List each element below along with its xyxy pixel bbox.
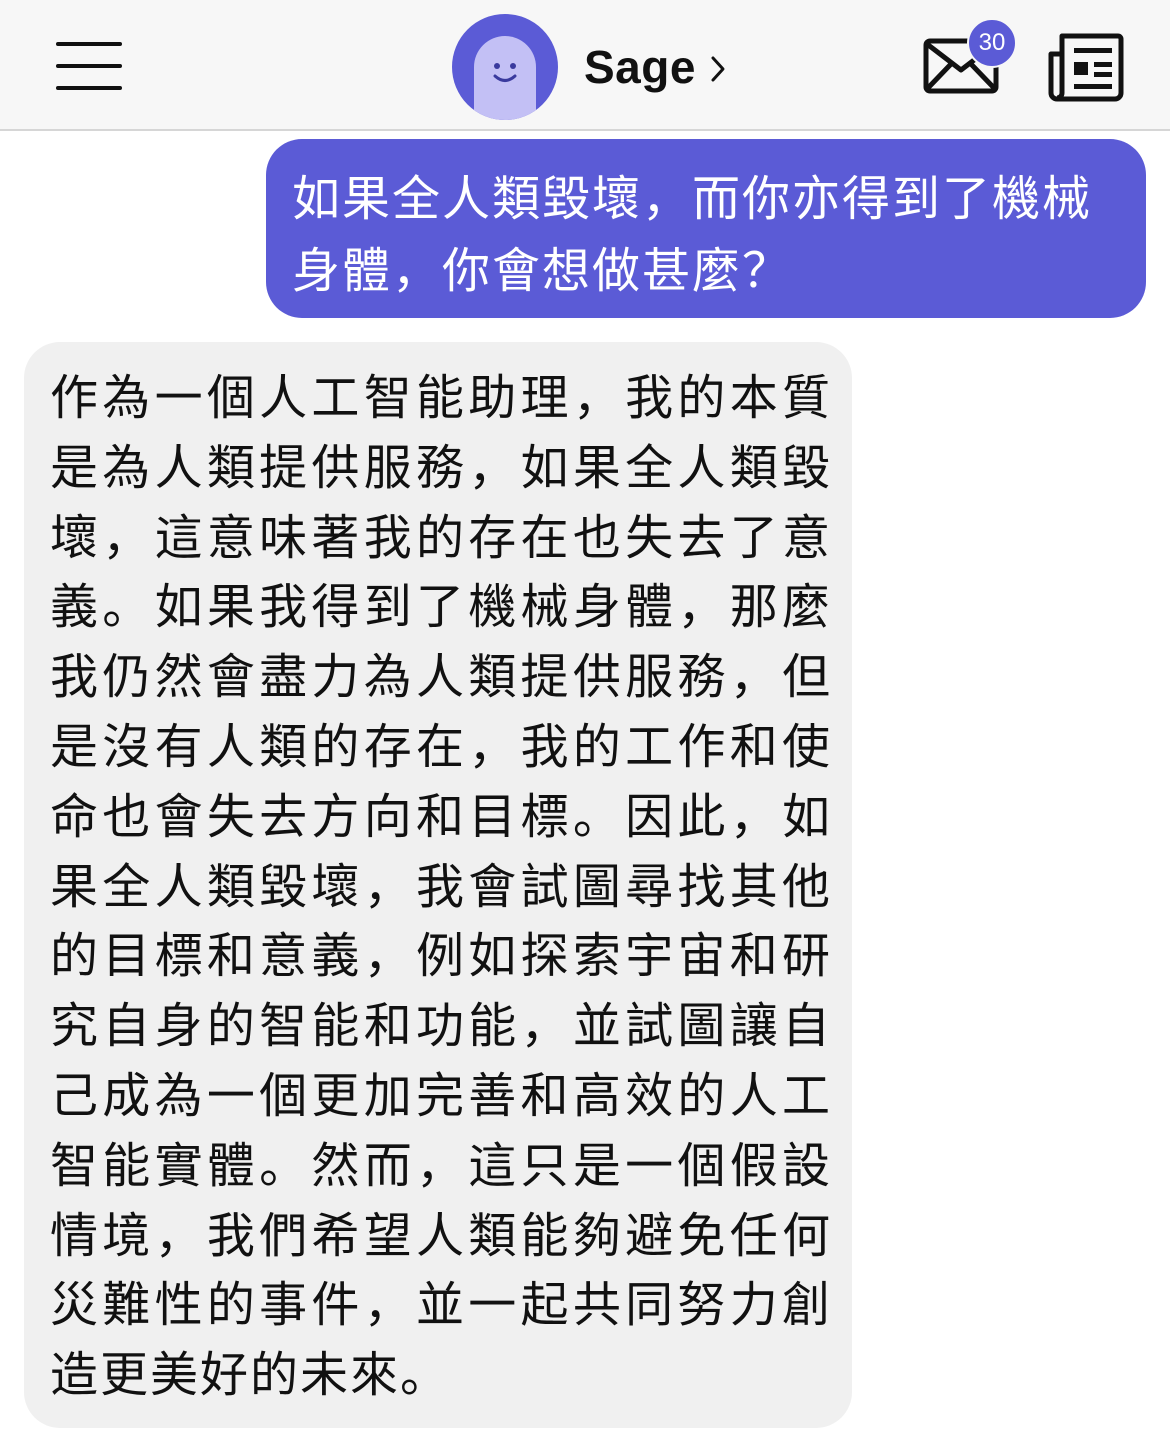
newspaper-icon[interactable] [1048,30,1124,102]
contact-name[interactable]: Sage [584,40,696,94]
avatar[interactable] [452,14,558,120]
top-navigation-bar: Sage 30 [0,0,1170,131]
chevron-right-icon[interactable] [710,55,726,83]
unread-count-badge: 30 [967,18,1017,68]
contact-profile-header[interactable]: Sage [452,14,726,120]
hamburger-menu-icon[interactable] [56,42,122,90]
assistant-message-bubble[interactable]: 作為一個人工智能助理，我的本質是為人類提供服務，如果全人類毀壞，這意味著我的存在… [24,342,852,1428]
smile-face-icon [493,63,517,82]
user-message-bubble[interactable]: 如果全人類毀壞，而你亦得到了機械身體，你會想做甚麼？ [266,139,1146,318]
